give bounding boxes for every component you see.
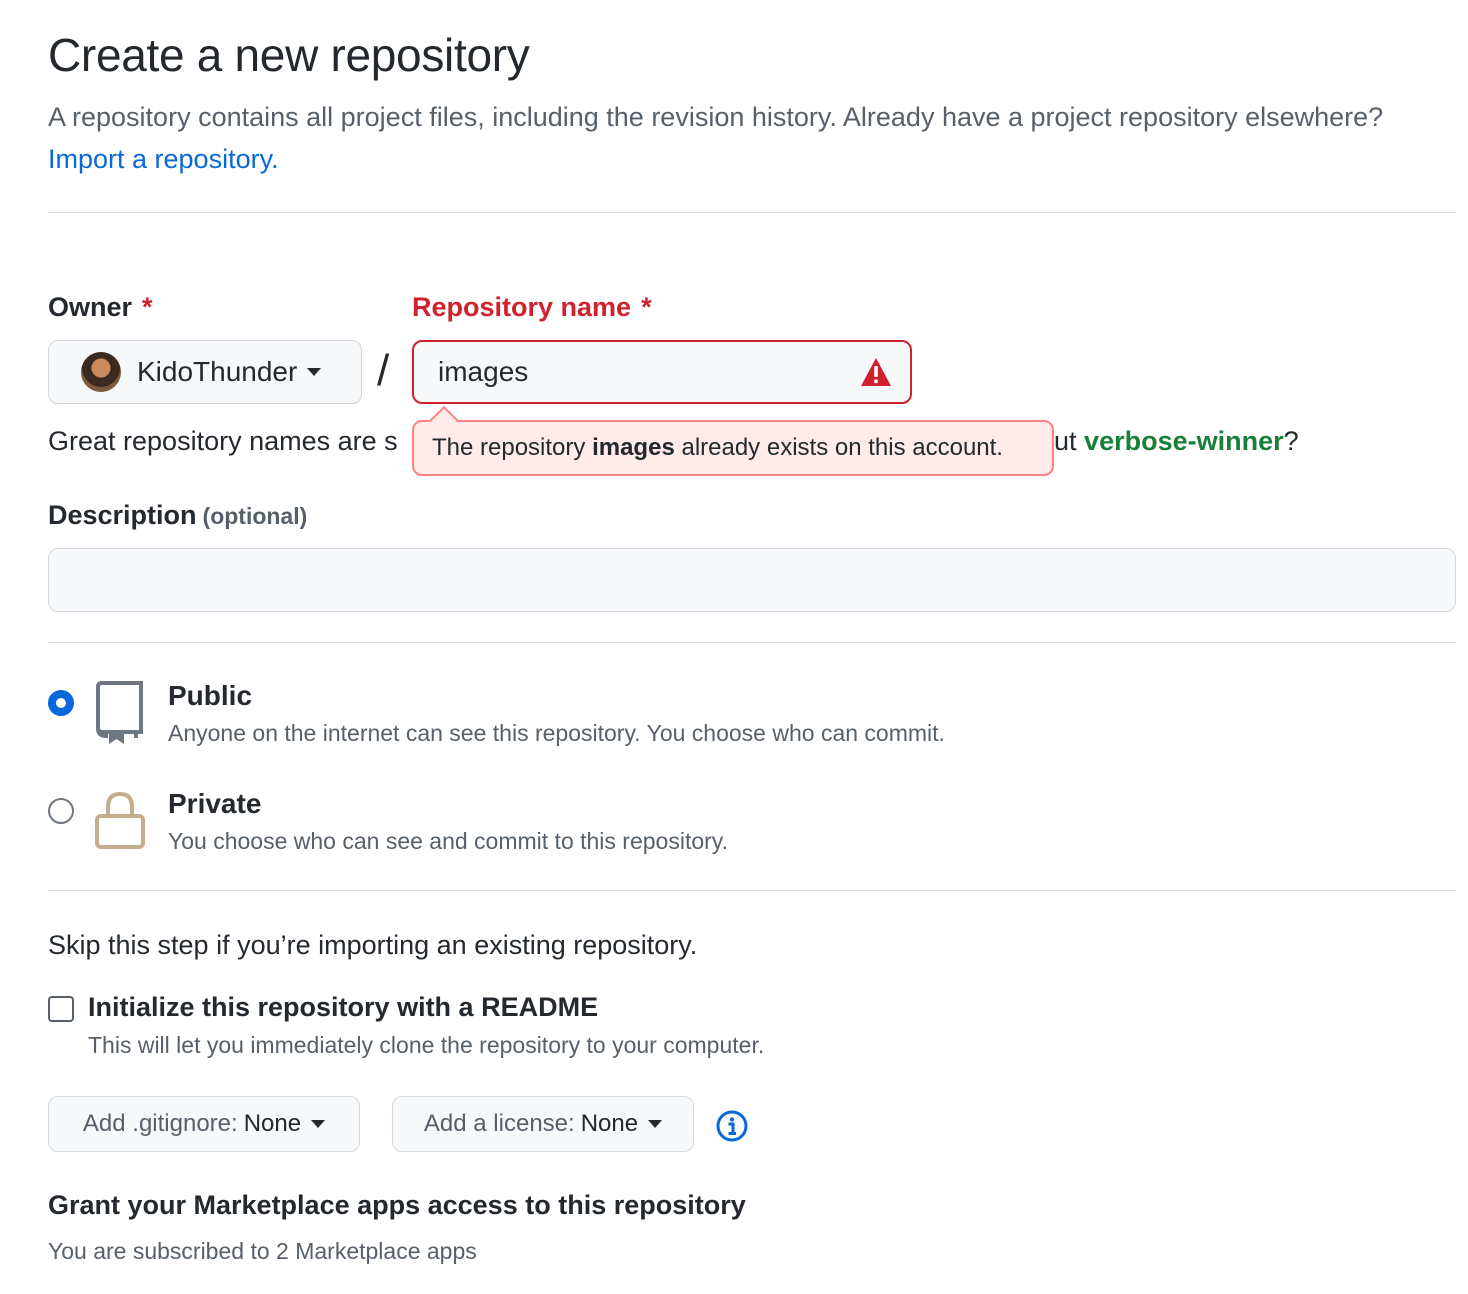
repository-name-hint: Great repository names are s (48, 426, 398, 456)
repository-name-error-tooltip: The repository images already exists on … (412, 420, 1054, 476)
private-title: Private (168, 788, 262, 819)
suggested-name-link[interactable]: verbose-winner (1084, 426, 1284, 456)
caret-down-icon (311, 1120, 326, 1128)
gitignore-value: None (243, 1110, 302, 1137)
error-repo-name: images (592, 434, 675, 461)
private-radio[interactable] (48, 798, 74, 824)
page-intro: A repository contains all project files,… (48, 96, 1408, 180)
avatar (81, 352, 121, 392)
import-repository-link[interactable]: Import a repository. (48, 144, 279, 174)
license-value: None (580, 1110, 639, 1137)
owner-select[interactable]: KidoThunder (48, 340, 362, 404)
readme-checkbox[interactable] (48, 996, 74, 1022)
caret-down-icon (648, 1120, 663, 1128)
caret-down-icon (307, 368, 322, 376)
public-radio[interactable] (48, 690, 74, 716)
owner-value: KidoThunder (137, 356, 298, 387)
license-select[interactable]: Add a license: None (392, 1096, 694, 1152)
repo-icon (94, 680, 146, 751)
intro-text: A repository contains all project files,… (48, 102, 1384, 132)
info-icon[interactable] (716, 1110, 748, 1147)
alert-icon (860, 357, 892, 394)
optional-tag: (optional) (202, 503, 308, 529)
lock-icon (94, 790, 146, 855)
public-title: Public (168, 680, 253, 711)
marketplace-subtitle: You are subscribed to 2 Marketplace apps (48, 1238, 477, 1264)
required-mark: * (641, 292, 652, 322)
divider (48, 642, 1456, 643)
page-title: Create a new repository (48, 29, 530, 81)
gitignore-select[interactable]: Add .gitignore: None (48, 1096, 360, 1152)
divider (48, 890, 1456, 891)
marketplace-title: Grant your Marketplace apps access to th… (48, 1190, 746, 1220)
repository-name-value: images (438, 356, 529, 387)
skip-step-text: Skip this step if you’re importing an ex… (48, 930, 698, 960)
readme-description: This will let you immediately clone the … (88, 1032, 765, 1058)
readme-label[interactable]: Initialize this repository with a README (88, 992, 598, 1023)
description-label: Description (optional) (48, 500, 308, 530)
required-mark: * (142, 292, 153, 322)
private-description: You choose who can see and commit to thi… (168, 828, 728, 854)
repository-name-input[interactable]: images (412, 340, 912, 404)
divider (48, 212, 1456, 213)
owner-repo-separator: / (377, 346, 390, 395)
repository-name-suggestion-line: ut verbose-winner? (1054, 426, 1299, 456)
repository-name-label: Repository name * (412, 292, 652, 322)
public-description: Anyone on the internet can see this repo… (168, 720, 945, 746)
owner-label: Owner * (48, 292, 153, 322)
description-input[interactable] (48, 548, 1456, 612)
